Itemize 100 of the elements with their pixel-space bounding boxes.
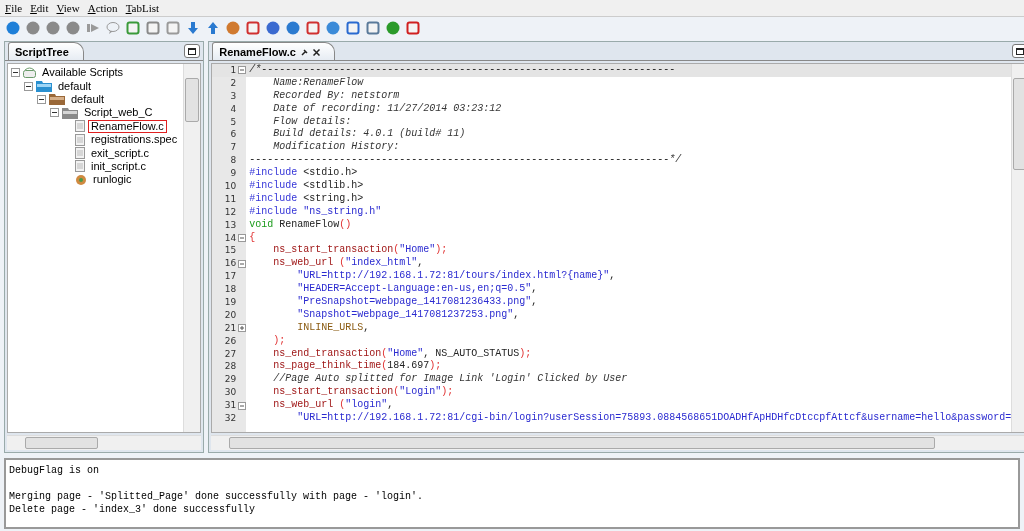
- code-line: INLINE_URLS,: [296, 321, 370, 335]
- line-number: 27: [223, 347, 238, 361]
- folder-icon: [36, 80, 52, 93]
- tree-item[interactable]: Available Scripts: [39, 66, 127, 80]
- code-line: ns_start_transaction("Login");: [272, 386, 454, 399]
- pin-icon[interactable]: [300, 48, 308, 56]
- line-number: 1: [229, 64, 238, 77]
- line-number: 21: [223, 321, 238, 335]
- tree-item[interactable]: registrations.spec: [88, 133, 181, 147]
- collapse-icon[interactable]: [238, 401, 247, 410]
- code-line: #include <stdlib.h>: [248, 180, 364, 193]
- code-line: ns_end_transaction("Home", NS_AUTO_STATUS);: [272, 347, 532, 360]
- code-line: Modification History:: [272, 141, 400, 154]
- maximize-button[interactable]: [184, 44, 201, 58]
- line-number: 31: [223, 399, 238, 413]
- code-line: Flow details:: [272, 115, 352, 128]
- log-line: Delete page - 'index_3' done successfully: [9, 503, 257, 516]
- code-line: #include <string.h>: [248, 192, 364, 206]
- line-number: 15: [223, 244, 238, 258]
- code-line: ns_page_think_time(184.697);: [272, 360, 442, 373]
- scrollbar[interactable]: [7, 435, 202, 450]
- log-line: Merging page - 'Splitted_Page' done successfully with page - 'login'.: [9, 490, 425, 503]
- code-line: ns_start_transaction("Home");: [272, 244, 448, 257]
- line-number: 13: [223, 218, 238, 232]
- collapse-icon[interactable]: [238, 259, 247, 268]
- line-number: 16: [223, 257, 238, 271]
- code-line: ns_web_url ("login",: [272, 399, 394, 412]
- menu-item[interactable]: File: [5, 2, 23, 14]
- tree-item[interactable]: exit_script.c: [88, 146, 153, 160]
- maximize-button[interactable]: [1012, 44, 1024, 58]
- tree-item[interactable]: Script_web_C: [81, 106, 156, 120]
- speech-bubble-icon[interactable]: [106, 21, 120, 35]
- line-number: 26: [223, 334, 238, 348]
- line-number: 19: [223, 296, 238, 309]
- editor-tab[interactable]: RenameFlow.c: [212, 42, 335, 60]
- line-number: 4: [229, 102, 238, 116]
- collapse-toggle[interactable]: [50, 108, 59, 118]
- file-icon: [75, 133, 85, 146]
- collapse-icon[interactable]: [238, 66, 247, 75]
- upload-icon[interactable]: [206, 21, 220, 35]
- line-number: 29: [223, 373, 238, 387]
- tree-item[interactable]: RenameFlow.c: [88, 119, 167, 133]
- file-icon: [75, 147, 85, 160]
- code-line: #include "ns_string.h": [248, 205, 382, 219]
- code-line: ----------------------------------------------------------------------*/: [248, 154, 682, 167]
- close-icon[interactable]: [312, 48, 320, 56]
- log-line: DebugFlag is on: [9, 464, 100, 478]
- line-number: 18: [223, 283, 238, 297]
- code-line: "URL=http://192.168.1.72:81/tours/index.html?{name}",: [296, 270, 616, 283]
- code-line: Name:RenameFlow: [272, 76, 364, 90]
- code-line: "PreSnapshot=webpage_1417081236433.png",: [296, 296, 538, 309]
- code-line: /*---------------------------------------------------------------------: [248, 64, 676, 77]
- collapse-toggle[interactable]: [37, 94, 46, 104]
- folder-icon: [49, 93, 65, 106]
- line-number: 20: [223, 308, 238, 322]
- line-number: 10: [223, 180, 238, 193]
- scrollbar[interactable]: [211, 435, 1024, 450]
- code-line: "Snapshot=webpage_1417081237253.png",: [296, 308, 520, 322]
- code-line: );: [272, 334, 286, 348]
- collapse-toggle[interactable]: [24, 81, 33, 91]
- tree-item[interactable]: init_script.c: [88, 159, 150, 173]
- step-icon[interactable]: [86, 21, 100, 35]
- download-icon[interactable]: [186, 21, 200, 35]
- code-line: Build details: 4.0.1 (build# 11): [272, 128, 466, 141]
- code-line: "HEADER=Accept-Language:en-us,en;q=0.5",: [296, 283, 538, 296]
- collapse-toggle[interactable]: [11, 68, 20, 78]
- line-number: 7: [229, 141, 238, 155]
- line-number: 17: [223, 270, 238, 284]
- folder-icon: [62, 106, 78, 119]
- tree-item[interactable]: runlogic: [90, 173, 135, 187]
- code-line: Date of recording: 11/27/2014 03:23:12: [272, 102, 502, 116]
- line-number: 11: [223, 192, 238, 206]
- code-line: void RenameFlow(): [248, 218, 352, 232]
- scrollbar[interactable]: [1011, 64, 1024, 432]
- tree-item[interactable]: default: [55, 79, 95, 93]
- expand-icon[interactable]: [238, 324, 247, 333]
- line-number: 3: [229, 89, 238, 103]
- menu-item[interactable]: View: [56, 2, 80, 14]
- menu-item[interactable]: Action: [87, 2, 118, 14]
- code-line: //Page Auto splitted for Image Link 'Login' Clicked by User: [272, 373, 628, 386]
- code-line: Recorded By: netstorm: [272, 89, 400, 103]
- menu-item[interactable]: TabList: [125, 2, 160, 14]
- line-number: 30: [223, 386, 238, 400]
- file-icon: [75, 120, 85, 133]
- code-line: #include <stdio.h>: [248, 167, 358, 180]
- line-number: 14: [223, 231, 238, 245]
- file-icon: [75, 160, 85, 173]
- menu-item[interactable]: Edit: [30, 2, 49, 14]
- panel-tab[interactable]: ScriptTree: [8, 42, 84, 60]
- collapse-icon[interactable]: [238, 234, 247, 242]
- line-number: 28: [223, 360, 238, 374]
- line-number: 6: [229, 128, 238, 142]
- tree-item[interactable]: default: [68, 92, 108, 106]
- line-number: 8: [229, 154, 238, 168]
- line-number: 5: [229, 115, 238, 129]
- line-number: 2: [229, 76, 238, 90]
- code-line: {: [248, 231, 256, 245]
- scrollbar[interactable]: [183, 64, 201, 432]
- code-line: ns_web_url ("index_html",: [272, 257, 424, 270]
- line-number: 12: [223, 205, 238, 219]
